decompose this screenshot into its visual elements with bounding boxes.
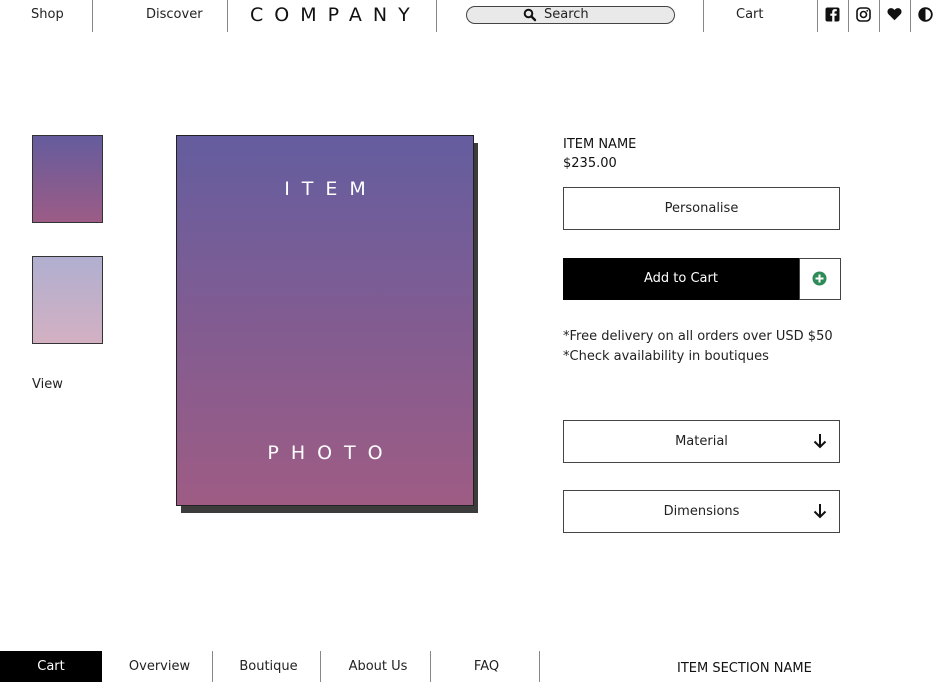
arrow-down-icon — [813, 434, 827, 449]
bottom-tab-cart[interactable]: Cart — [0, 651, 102, 682]
divider — [910, 0, 911, 32]
item-section-name: ITEM SECTION NAME — [677, 661, 812, 676]
accordion-material[interactable]: Material — [563, 420, 840, 463]
facebook-icon[interactable] — [824, 6, 840, 22]
top-navigation: Shop Discover COMPANY Search Cart — [0, 0, 937, 32]
accordion-dimensions[interactable]: Dimensions — [563, 490, 840, 533]
personalise-button[interactable]: Personalise — [563, 187, 840, 230]
divider — [436, 0, 437, 32]
divider — [92, 0, 93, 32]
search-input[interactable]: Search — [466, 6, 675, 24]
bottom-tab-label: Overview — [128, 659, 191, 674]
contrast-icon[interactable] — [917, 6, 933, 22]
divider — [320, 651, 321, 682]
view-link[interactable]: View — [32, 377, 63, 392]
bottom-tab-overview[interactable]: Overview — [107, 651, 212, 682]
instagram-icon[interactable] — [855, 6, 871, 22]
availability-note: *Check availability in boutiques — [563, 349, 769, 364]
item-photo[interactable]: ITEM PHOTO — [176, 135, 474, 506]
add-quantity-button[interactable] — [799, 258, 841, 300]
divider — [848, 0, 849, 32]
delivery-note: *Free delivery on all orders over USD $5… — [563, 329, 833, 344]
nav-cart[interactable]: Cart — [736, 7, 764, 22]
arrow-down-icon — [813, 504, 827, 519]
add-to-cart-button[interactable]: Add to Cart — [563, 258, 799, 300]
divider — [539, 651, 540, 682]
photo-bottom-text: PHOTO — [267, 442, 395, 464]
item-price: $235.00 — [563, 156, 617, 171]
personalise-label: Personalise — [664, 201, 739, 216]
item-name: ITEM NAME — [563, 137, 637, 152]
plus-circle-icon — [812, 271, 827, 286]
bottom-tab-about-us[interactable]: About Us — [325, 651, 431, 682]
nav-discover[interactable]: Discover — [146, 7, 203, 22]
bottom-tab-label: Cart — [37, 659, 65, 674]
divider — [430, 651, 431, 682]
divider — [817, 0, 818, 32]
search-label: Search — [544, 7, 589, 22]
thumbnail-1[interactable] — [32, 135, 103, 223]
thumbnail-2[interactable] — [32, 256, 103, 344]
dimensions-label: Dimensions — [663, 504, 740, 519]
divider — [879, 0, 880, 32]
nav-shop[interactable]: Shop — [31, 7, 64, 22]
bottom-tab-boutique[interactable]: Boutique — [216, 651, 321, 682]
bottom-tab-label: FAQ — [473, 659, 500, 674]
heart-icon[interactable] — [886, 6, 902, 22]
company-logo[interactable]: COMPANY — [250, 4, 421, 26]
divider — [227, 0, 228, 32]
bottom-tab-label: Boutique — [239, 659, 298, 674]
bottom-tab-faq[interactable]: FAQ — [434, 651, 539, 682]
material-label: Material — [675, 434, 728, 449]
photo-top-text: ITEM — [284, 178, 378, 200]
divider — [703, 0, 704, 32]
bottom-tab-label: About Us — [348, 659, 408, 674]
add-to-cart-label: Add to Cart — [644, 271, 718, 286]
divider — [212, 651, 213, 682]
search-icon — [523, 8, 537, 22]
